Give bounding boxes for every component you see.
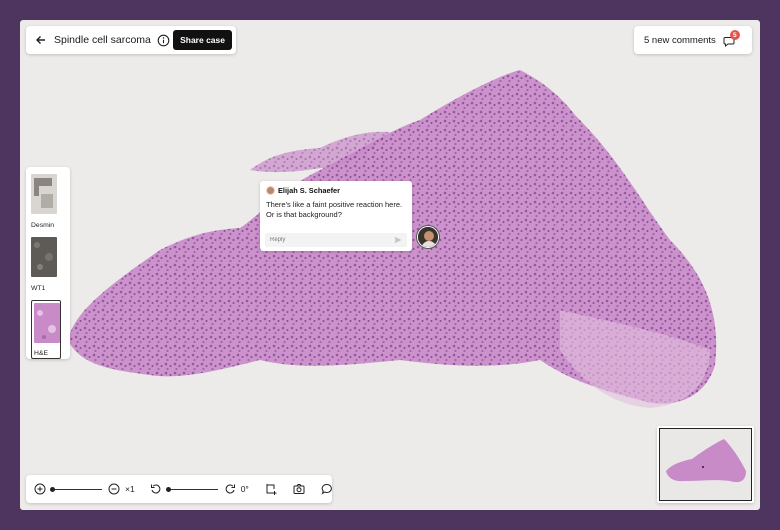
arrow-left-icon[interactable]: [34, 33, 48, 47]
new-comments-label: 5 new comments: [644, 34, 716, 46]
rotation-value: 0°: [240, 484, 249, 494]
comment-header: Elijah S. Schaefer: [266, 186, 406, 195]
share-case-button[interactable]: Share case: [173, 30, 232, 50]
new-comments-button[interactable]: 5 new comments 5: [634, 26, 752, 54]
stain-label: H&E: [34, 350, 48, 357]
rotate-cw-icon[interactable]: [224, 483, 236, 495]
stain-thumbnail: [31, 237, 57, 277]
rotation-slider-handle[interactable]: [165, 486, 171, 492]
tissue-slide-image[interactable]: [20, 20, 760, 510]
reply-input[interactable]: [270, 237, 380, 243]
slide-minimap[interactable]: [657, 426, 754, 503]
stain-thumbnail: [31, 174, 57, 214]
slide-viewer[interactable]: Spindle cell sarcoma Share case 5 new co…: [20, 20, 760, 510]
comment-pin-avatar[interactable]: [417, 226, 439, 248]
stain-item-desmin[interactable]: Desmin: [31, 174, 65, 229]
stain-label: Desmin: [31, 222, 55, 229]
comment-text: There's like a faint positive reaction h…: [266, 200, 403, 219]
comment-author: Elijah S. Schaefer: [278, 186, 341, 195]
minimap-viewport[interactable]: [659, 428, 752, 501]
comment-card: Elijah S. Schaefer There's like a faint …: [260, 181, 412, 251]
zoom-slider-handle[interactable]: [50, 486, 55, 492]
stain-item-wt1[interactable]: WT1: [31, 237, 65, 292]
case-title: Spindle cell sarcoma: [54, 34, 151, 46]
viewer-toolbar: ×1 0°: [26, 475, 332, 503]
camera-icon[interactable]: [293, 483, 305, 495]
zoom-out-icon[interactable]: [108, 483, 120, 495]
rotation-slider[interactable]: [165, 486, 218, 492]
zoom-in-icon[interactable]: [34, 483, 46, 495]
stain-thumbnail: [34, 303, 60, 343]
zoom-slider[interactable]: [50, 486, 102, 492]
rotate-ccw-icon[interactable]: [150, 483, 162, 495]
stain-label: WT1: [31, 285, 46, 292]
chat-bubble-icon: 5: [723, 30, 740, 48]
avatar: [266, 186, 275, 195]
stain-item-he[interactable]: H&E: [31, 300, 61, 359]
send-icon[interactable]: [394, 236, 402, 244]
reply-field[interactable]: [265, 233, 407, 247]
case-header: Spindle cell sarcoma Share case: [26, 26, 236, 54]
comment-icon[interactable]: [321, 483, 333, 495]
comment-count-badge: 5: [729, 30, 740, 40]
zoom-level: ×1: [125, 484, 135, 494]
info-circle-icon[interactable]: [157, 34, 170, 47]
minimap-thumbnail: [666, 439, 746, 483]
stain-selector: Desmin WT1 H&E: [26, 167, 70, 359]
crop-add-icon[interactable]: [265, 483, 277, 495]
